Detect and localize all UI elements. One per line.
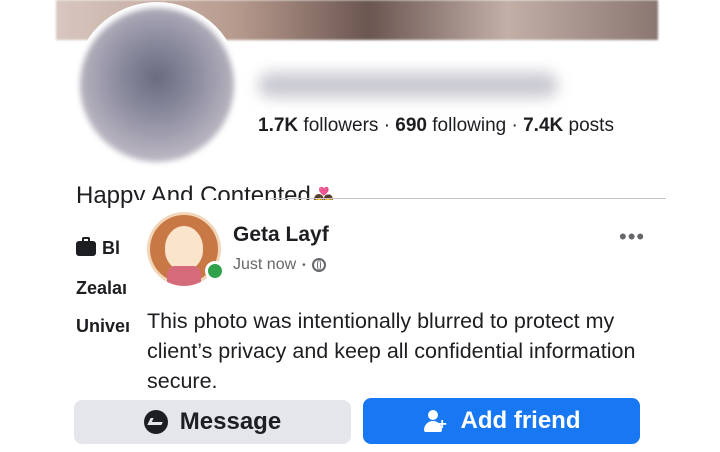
online-status-indicator xyxy=(205,261,225,281)
avatar-shirt xyxy=(167,266,201,286)
post-overlay-card: Geta Layf Just now • ••• This photo was … xyxy=(133,200,667,398)
profile-name-blurred xyxy=(258,72,558,98)
post-author-name[interactable]: Geta Layf xyxy=(233,223,329,247)
add-person-icon: + xyxy=(423,408,449,434)
intro-work: Bl xyxy=(76,237,120,259)
message-button-label: Message xyxy=(179,408,282,435)
post-timestamp[interactable]: Just now xyxy=(233,256,296,274)
posts-label: posts xyxy=(568,115,614,136)
messenger-icon xyxy=(143,410,168,434)
post-meta: Just now • xyxy=(233,256,326,274)
stats-separator: · xyxy=(511,115,518,136)
add-friend-button-label: Add friend xyxy=(460,407,581,434)
following-label[interactable]: following xyxy=(432,115,506,136)
briefcase-icon xyxy=(76,237,96,256)
stats-separator: · xyxy=(383,115,391,136)
followers-label[interactable]: followers xyxy=(303,115,378,136)
profile-picture[interactable] xyxy=(80,8,234,162)
globe-icon[interactable] xyxy=(311,258,326,272)
followers-count[interactable]: 1.7K xyxy=(258,115,298,136)
meta-separator: • xyxy=(302,259,306,271)
intro-education: Univeı xyxy=(76,316,131,336)
posts-count: 7.4K xyxy=(523,115,564,136)
message-button[interactable]: Message xyxy=(74,400,351,444)
avatar-face xyxy=(165,226,203,270)
intro-work-text: Bl xyxy=(102,238,120,258)
divider xyxy=(270,198,666,199)
intro-location: Zealaı xyxy=(76,278,128,298)
more-options-icon[interactable]: ••• xyxy=(619,224,645,250)
add-friend-button[interactable]: + Add friend xyxy=(363,398,640,444)
profile-stats: 1.7K followers · 690 following · 7.4K po… xyxy=(258,115,614,137)
post-text: This photo was intentionally blurred to … xyxy=(147,309,636,393)
following-count[interactable]: 690 xyxy=(395,115,427,136)
